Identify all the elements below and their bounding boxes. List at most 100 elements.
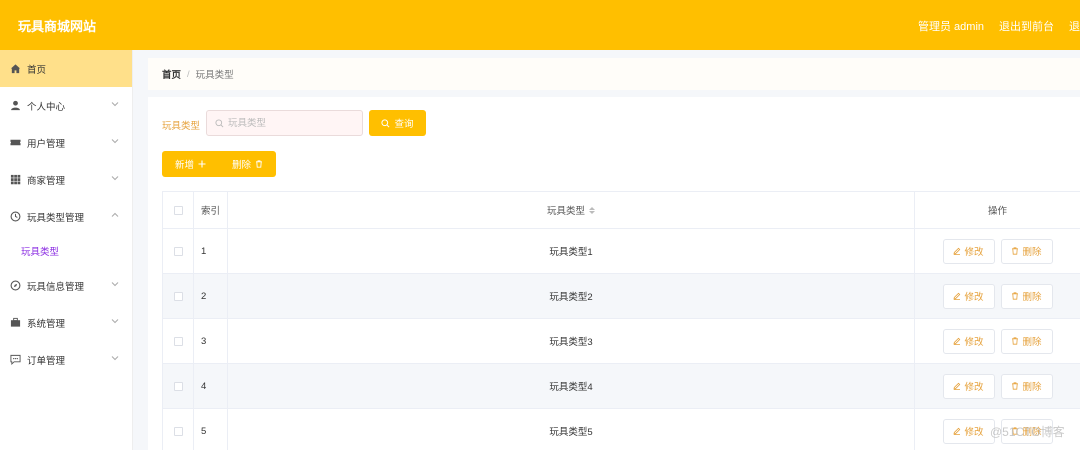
breadcrumb-current: 玩具类型 (195, 70, 234, 81)
query-button-label: 查询 (394, 119, 414, 130)
edit-button-label: 修改 (964, 337, 984, 348)
sidebar-item-toy-info-mgmt[interactable]: 玩具信息管理 (0, 267, 132, 304)
chevron-down-icon (111, 139, 119, 144)
sidebar-item-label: 首页 (27, 64, 47, 76)
admin-label: 管理员 admin (918, 21, 985, 33)
select-all-checkbox[interactable] (173, 205, 183, 215)
table-row: 4 玩具类型4 修改 删除 (162, 364, 1080, 409)
delete-button-label: 删除 (1022, 247, 1042, 258)
edit-button[interactable]: 修改 (942, 238, 995, 264)
chevron-up-icon (111, 212, 119, 217)
row-checkbox[interactable] (173, 291, 183, 301)
search-icon (381, 118, 390, 127)
trash-icon (1012, 337, 1019, 345)
row-checkbox[interactable] (173, 426, 183, 436)
breadcrumb-home[interactable]: 首页 (162, 67, 181, 81)
row-toy-type: 玩具类型5 (228, 409, 915, 450)
delete-button[interactable]: 删除 (1000, 283, 1053, 309)
edit-button-label: 修改 (964, 382, 984, 393)
trash-icon (256, 160, 262, 168)
chevron-down-icon (111, 356, 119, 361)
sort-icon[interactable] (589, 206, 595, 214)
search-input[interactable] (228, 117, 358, 129)
column-header-ops: 操作 (987, 206, 1007, 217)
edit-button-label: 修改 (964, 247, 984, 258)
sidebar-item-users[interactable]: 用户管理 (0, 124, 132, 161)
sidebar-item-system-mgmt[interactable]: 系统管理 (0, 304, 132, 341)
plus-icon (198, 160, 206, 168)
batch-delete-button[interactable]: 删除 (219, 151, 276, 177)
row-actions: 修改 删除 (915, 319, 1080, 363)
edit-icon (953, 427, 961, 435)
edit-button[interactable]: 修改 (942, 418, 995, 444)
delete-button[interactable]: 删除 (1000, 373, 1053, 399)
delete-button-label: 删除 (1022, 337, 1042, 348)
row-toy-type: 玩具类型3 (228, 319, 915, 363)
edit-button-label: 修改 (964, 292, 984, 303)
row-checkbox[interactable] (173, 246, 183, 256)
row-actions: 修改 删除 (915, 274, 1080, 318)
edit-button[interactable]: 修改 (942, 328, 995, 354)
home-icon (10, 63, 21, 74)
row-toy-type: 玩具类型2 (228, 274, 915, 318)
trash-icon (1012, 247, 1019, 255)
sidebar-item-merchants[interactable]: 商家管理 (0, 161, 132, 198)
chevron-down-icon (111, 319, 119, 324)
add-button-label: 新增 (174, 160, 194, 171)
column-header-label: 玩具类型 (546, 206, 585, 217)
sidebar-item-home[interactable]: 首页 (0, 50, 132, 87)
delete-button-label: 删除 (231, 160, 251, 171)
sidebar-item-label: 订单管理 (27, 355, 66, 367)
toy-type-table: 索引 玩具类型 操作 1 玩具类型1 修改 删除 2 玩具类型2 修改 删除 3 玩具类型3 修改删… (162, 191, 1080, 450)
sidebar-item-label: 用户管理 (27, 138, 66, 150)
row-checkbox[interactable] (173, 381, 183, 391)
edit-button[interactable]: 修改 (942, 283, 995, 309)
query-button[interactable]: 查询 (369, 110, 426, 136)
sidebar-item-label: 玩具信息管理 (27, 281, 85, 293)
exit-to-frontend-link[interactable]: 退出到前台 (999, 18, 1054, 34)
edit-icon (953, 247, 961, 255)
sidebar-item-label: 系统管理 (27, 318, 66, 330)
search-icon (215, 118, 224, 127)
search-field[interactable] (206, 110, 363, 136)
row-toy-type: 玩具类型1 (228, 229, 915, 273)
row-index: 4 (194, 364, 228, 408)
compass-icon (10, 280, 21, 291)
sidebar-item-label: 个人中心 (27, 101, 66, 113)
sidebar-item-label: 玩具类型管理 (27, 212, 85, 224)
sidebar: 首页 个人中心 用户管理 商家管理 玩具类型管理 玩具类型 玩具信息管理 系统管… (0, 50, 133, 450)
add-button[interactable]: 新增 (162, 151, 219, 177)
delete-button-label: 删除 (1022, 382, 1042, 393)
delete-button[interactable]: 删除 (1000, 238, 1053, 264)
edit-button[interactable]: 修改 (942, 373, 995, 399)
watermark: @51CTO博客 (990, 425, 1065, 439)
table-row: 3 玩具类型3 修改 删除 (162, 319, 1080, 364)
sidebar-subitem-toy-type[interactable]: 玩具类型 (0, 235, 132, 267)
table-row: 1 玩具类型1 修改 删除 (162, 229, 1080, 274)
breadcrumb-separator: / (187, 68, 190, 80)
main-panel: 玩具类型 查询 新增 删除 索引 玩具类型 操作 1玩具类型1修改删除2玩具类型… (148, 97, 1080, 450)
delete-button-label: 删除 (1022, 292, 1042, 303)
site-title: 玩具商城网站 (18, 19, 97, 34)
trash-icon (1012, 292, 1019, 300)
edit-icon (953, 337, 961, 345)
row-index: 1 (194, 229, 228, 273)
delete-button[interactable]: 删除 (1000, 328, 1053, 354)
clock-icon (10, 211, 21, 222)
column-header-index: 索引 (194, 192, 228, 228)
table-row: 5 玩具类型5 修改 删除 (162, 409, 1080, 450)
grid-icon (10, 174, 21, 185)
breadcrumb: 首页 / 玩具类型 (148, 58, 1080, 90)
row-checkbox[interactable] (173, 336, 183, 346)
column-header-toy-type[interactable]: 玩具类型 (228, 192, 915, 228)
top-header: 玩具商城网站 管理员 admin 退出到前台 退 (0, 0, 1080, 50)
table-row: 2 玩具类型2 修改 删除 (162, 274, 1080, 319)
ticket-icon (10, 137, 21, 148)
edit-button-label: 修改 (964, 427, 984, 438)
sidebar-item-profile[interactable]: 个人中心 (0, 87, 132, 124)
sidebar-item-orders[interactable]: 订单管理 (0, 341, 132, 378)
chevron-down-icon (111, 176, 119, 181)
sidebar-item-toy-type-mgmt[interactable]: 玩具类型管理 (0, 198, 132, 235)
briefcase-icon (10, 317, 21, 328)
logout-link[interactable]: 退 (1069, 18, 1080, 34)
